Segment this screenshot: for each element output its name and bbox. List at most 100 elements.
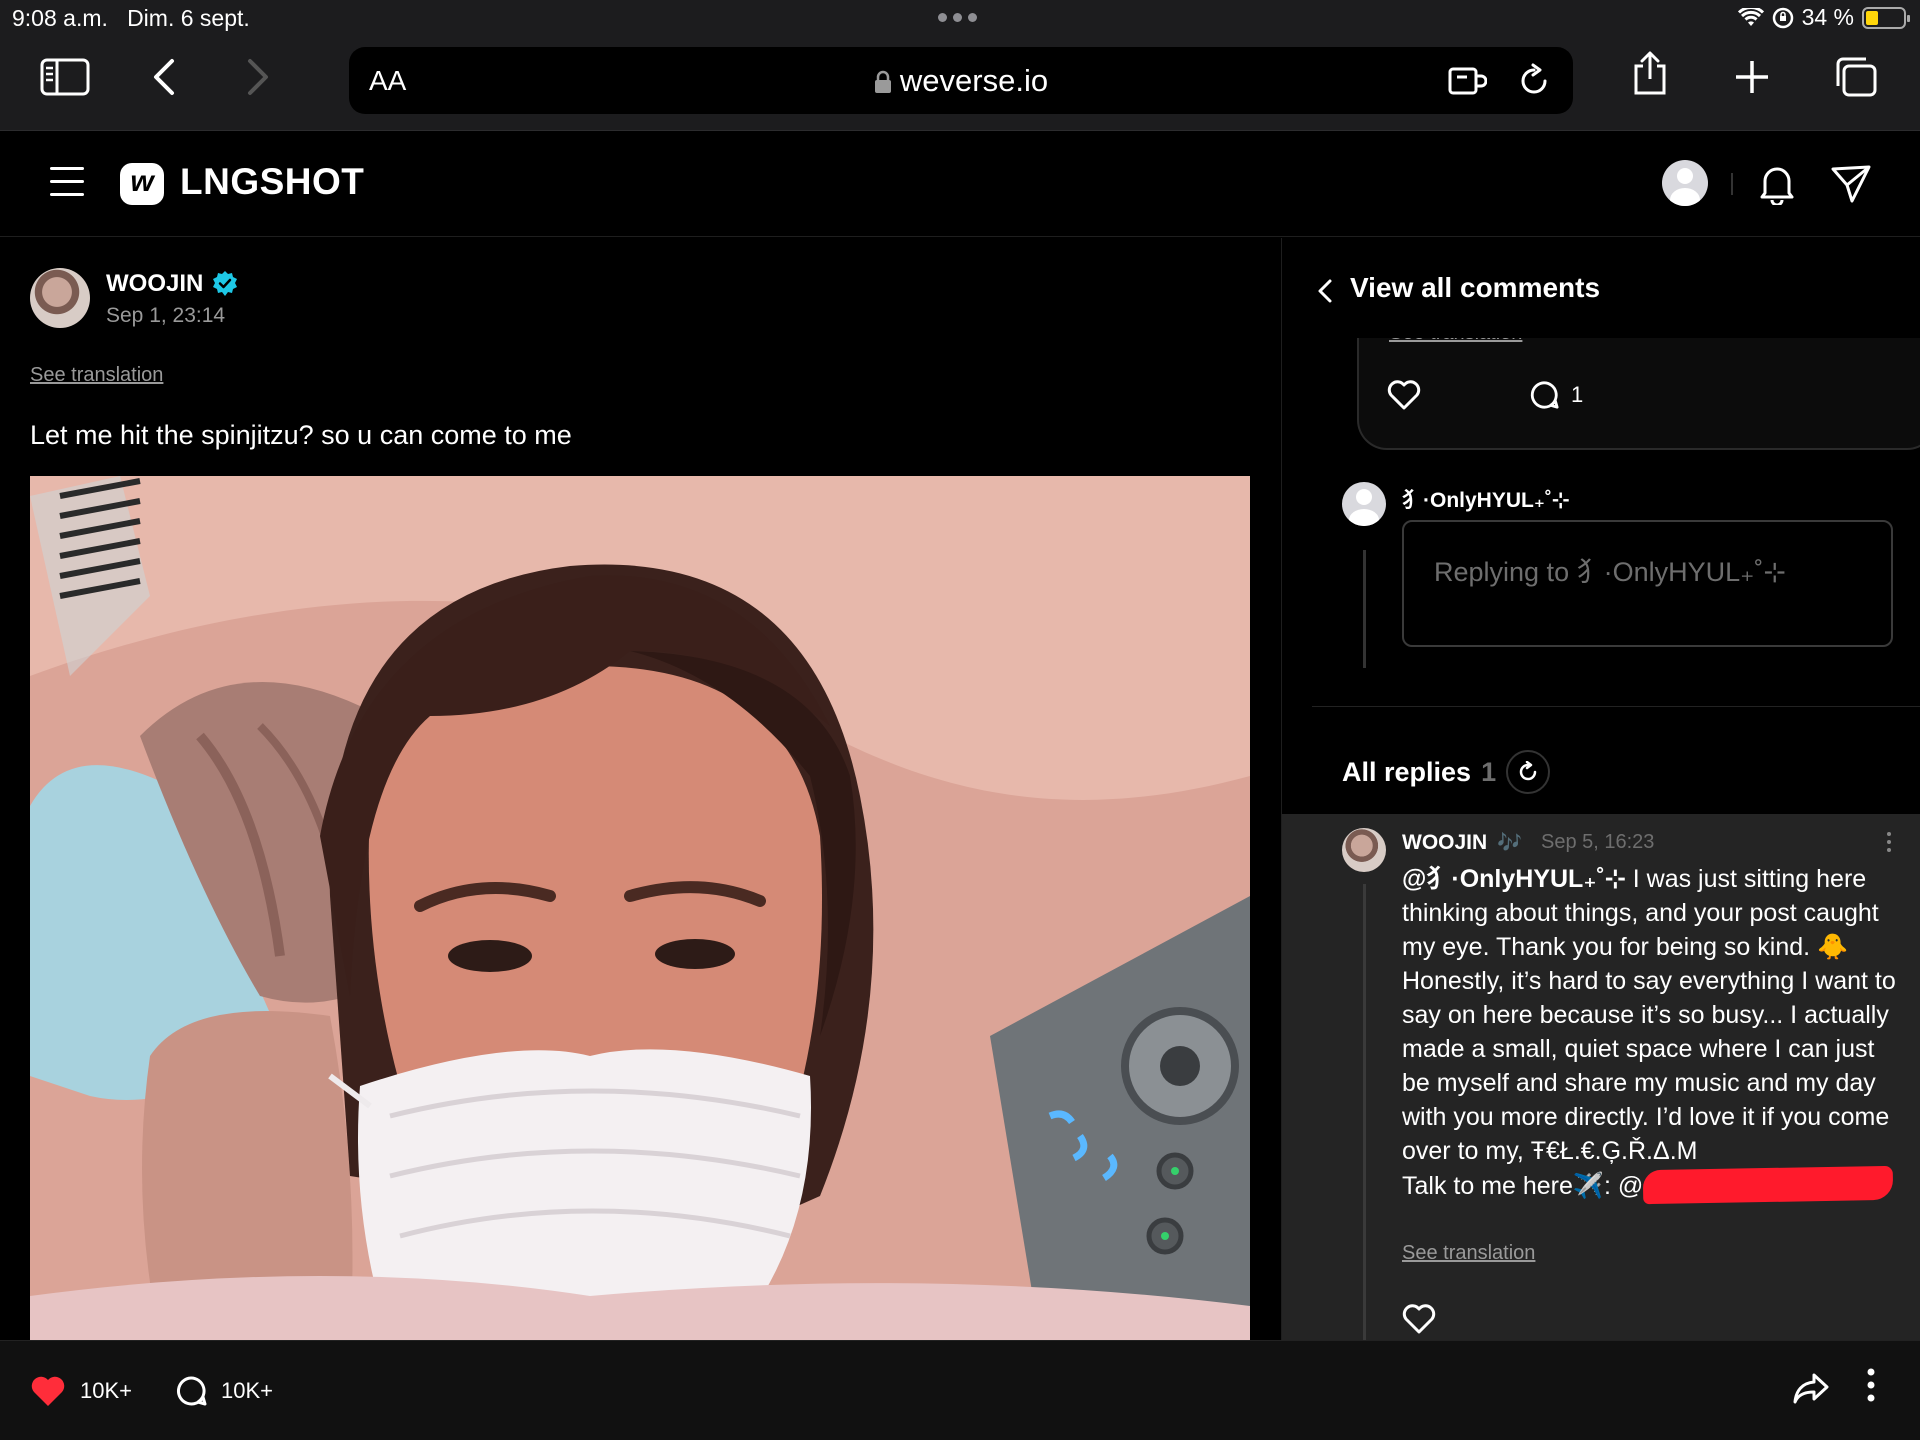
redaction-scribble [1643,1165,1894,1205]
bell-icon [1760,167,1794,207]
chevron-right-icon [248,59,268,95]
send-icon [1831,165,1871,203]
header-divider [1731,173,1733,195]
community-title[interactable]: LNGSHOT [180,161,364,203]
post-author-name: WOOJIN [106,270,204,297]
post-photo[interactable] [30,476,1250,1340]
forward-button[interactable] [242,56,272,98]
heart-outline-icon [1402,1304,1436,1334]
url-display[interactable]: weverse.io [349,63,1573,99]
reply-input[interactable]: Replying to ⺨·OnlyHYUL₊˚⊹ [1402,520,1893,647]
post-action-bar: 10K+ 10K+ [0,1340,1920,1440]
post-text: Let me hit the spinjitzu? so u can come … [30,420,572,450]
sidebar-toggle-button[interactable] [40,56,90,98]
view-all-back-button[interactable] [1316,278,1334,309]
reply-thread-line [1363,884,1366,1340]
battery-fill [1866,10,1878,25]
extensions-button[interactable] [1447,65,1488,102]
reply-input-placeholder: Replying to ⺨·OnlyHYUL₊˚⊹ [1434,557,1786,587]
reply-author-avatar[interactable] [1342,828,1386,872]
reply-contact-line: Talk to me here✈️: @ [1402,1172,1644,1200]
like-button[interactable]: 10K+ [30,1375,132,1407]
share-icon [1634,51,1666,95]
lock-icon [874,70,891,93]
status-time: 9:08 a.m. Dim. 6 sept. [12,5,250,31]
all-replies-header: All replies 1 [1342,750,1551,794]
post-date: Sep 1, 23:14 [106,304,226,327]
reload-button[interactable] [1517,63,1551,104]
reply-like-button[interactable] [1402,1304,1436,1339]
dm-button[interactable] [1830,163,1872,210]
reply-author[interactable]: WOOJIN 🎶 [1402,830,1522,855]
post-author[interactable]: WOOJIN [106,270,239,298]
verified-badge-icon [213,271,238,296]
status-indicators: 34 % [1737,4,1910,31]
post-detail: WOOJIN Sep 1, 23:14 See translation Let … [0,238,1281,1340]
view-all-comments-title[interactable]: View all comments [1350,272,1600,304]
refresh-replies-button[interactable] [1506,750,1551,794]
heart-filled-icon [31,1376,65,1406]
reply-author-name: WOOJIN [1402,830,1488,854]
orientation-lock-icon [1772,7,1793,28]
share-post-button[interactable] [1792,1371,1830,1405]
extension-icon [1448,67,1488,95]
reply-target-avatar[interactable] [1342,482,1386,526]
all-replies-label: All replies [1342,756,1472,787]
back-button[interactable] [150,56,180,98]
parent-reply-count: 1 [1571,382,1584,407]
comment-bubble-icon [176,1376,207,1406]
thread-line [1363,550,1366,668]
comments-panel-header: View all comments [1282,238,1920,338]
battery-percent: 34 % [1801,4,1854,30]
reply-see-translation-link[interactable]: See translation [1402,1242,1535,1265]
plus-icon [1736,61,1768,93]
url-text: weverse.io [899,63,1049,98]
reply-author-badge: 🎶 [1497,832,1523,854]
chevron-left-icon [1318,279,1332,303]
like-count: 10K+ [80,1378,132,1403]
share-button[interactable] [1630,51,1670,95]
heart-outline-icon [1387,380,1421,410]
battery-icon [1862,6,1910,29]
refresh-icon [1519,761,1537,781]
comments-panel: See translation 1 View all comments ⺨·On… [1281,238,1920,1340]
reply-target-name[interactable]: ⺨·OnlyHYUL₊˚⊹ [1402,484,1570,514]
wifi-icon [1737,7,1764,26]
post-see-translation-link[interactable]: See translation [30,364,163,387]
chevron-left-icon [154,59,174,95]
weverse-logo[interactable]: w [120,163,164,205]
parent-comment-card: See translation 1 [1357,322,1920,450]
reply-date: Sep 5, 16:23 [1541,831,1655,853]
notifications-button[interactable] [1757,163,1797,210]
browser-toolbar: AA weverse.io [0,38,1920,131]
status-date: Dim. 6 sept. [127,5,250,31]
selfie-illustration [30,476,1250,1340]
address-bar[interactable]: AA weverse.io [349,47,1573,114]
app-header: w LNGSHOT [0,131,1920,237]
parent-reply-button[interactable]: 1 [1529,380,1583,410]
tabs-icon [1836,57,1877,97]
all-replies-count: 1 [1481,756,1497,787]
post-author-avatar[interactable] [30,268,90,328]
reply-text: I was just sitting here thinking about t… [1402,865,1896,1165]
reload-icon [1521,63,1547,94]
menu-icon[interactable] [50,167,84,206]
parent-like-button[interactable] [1387,380,1421,415]
section-divider [1312,706,1920,707]
sidebar-icon [40,58,90,96]
comment-count: 10K+ [221,1378,273,1403]
reply-more-button[interactable] [1887,832,1891,856]
status-bar: 9:08 a.m. Dim. 6 sept. 34 % [0,0,1920,38]
post-more-button[interactable] [1866,1367,1876,1403]
reply-item: WOOJIN 🎶 Sep 5, 16:23 @⺨·OnlyHYUL₊˚⊹ I w… [1282,814,1920,1340]
comment-bubble-icon [1530,381,1559,409]
multitasking-dots[interactable] [938,13,977,22]
comment-button[interactable]: 10K+ [175,1375,273,1407]
new-tab-button[interactable] [1734,56,1770,98]
reply-mention[interactable]: @⺨·OnlyHYUL₊˚⊹ [1402,865,1626,893]
reply-body: @⺨·OnlyHYUL₊˚⊹ I was just sitting here t… [1402,862,1902,1205]
more-vertical-icon [1867,1368,1875,1402]
tabs-overview-button[interactable] [1834,56,1878,98]
profile-avatar[interactable] [1662,160,1708,206]
share-arrow-icon [1793,1373,1829,1404]
